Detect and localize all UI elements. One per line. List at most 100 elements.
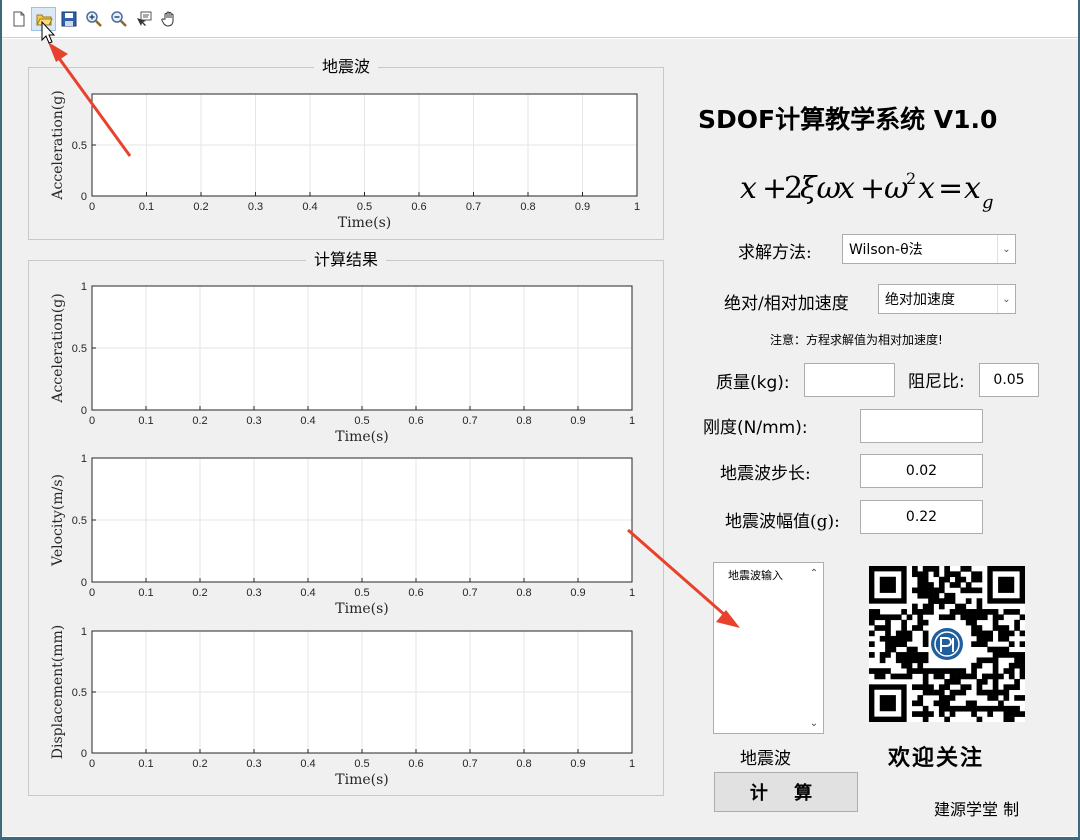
wave-listbox[interactable]: 地震波输入 ⌃ ⌄	[713, 562, 824, 734]
zoom-in-icon	[85, 10, 102, 27]
qr-module	[922, 652, 929, 658]
qr-module	[960, 576, 967, 583]
qr-module	[944, 592, 950, 599]
mass-field[interactable]	[804, 363, 895, 397]
x-tick-label: 0.2	[192, 587, 207, 599]
x-tick-label: 0.7	[462, 587, 477, 599]
x-tick-label: 0	[89, 758, 95, 770]
qr-module	[874, 625, 881, 631]
result-displacement-chart[interactable]: 0 0.1 0.2 0.3 0.4 0.5 0.6 0.7 0.8 0.9 1 0 0.5 1 Time(s…	[32, 619, 652, 789]
qr-module	[922, 587, 929, 594]
listbox-caption: 地震波	[740, 749, 791, 769]
qr-module	[949, 673, 956, 680]
qr-module	[895, 673, 902, 680]
qr-module	[933, 566, 940, 572]
svg-text:=: =	[938, 171, 963, 206]
svg-text:ξω: ξω	[800, 171, 841, 206]
open-folder-icon	[35, 14, 53, 25]
x-tick-label: 0.2	[192, 758, 207, 770]
qr-module	[976, 705, 983, 712]
wave-acceleration-chart[interactable]: 0 0.1 0.2 0.3 0.4 0.5 0.6 0.7 0.8 0.9 1 0 0.5 Time(s)…	[32, 79, 652, 239]
chart-svg: 0 0.1 0.2 0.3 0.4 0.5 0.6 0.7 0.8 0.9 1 0 0.5 1 Time(s…	[50, 625, 635, 788]
accel-type-select[interactable]: 绝对加速度 ⌄	[878, 284, 1016, 314]
qr-module	[869, 614, 875, 621]
qr-module	[955, 609, 961, 615]
qr-module	[965, 582, 972, 588]
damping-field[interactable]: 0.05	[979, 363, 1039, 397]
qr-module	[895, 630, 902, 637]
qr-module	[981, 705, 988, 712]
qr-module	[1003, 635, 1010, 642]
qr-module	[992, 646, 999, 653]
qr-module	[885, 630, 891, 637]
calculate-button[interactable]: 计 算	[714, 772, 858, 812]
x-tick-label: 0.2	[192, 415, 207, 427]
chevron-down-icon: ⌄	[997, 285, 1015, 313]
qr-module	[1014, 695, 1020, 701]
x-tick-label: 0.2	[193, 201, 208, 213]
scroll-down-icon[interactable]: ⌄	[807, 716, 821, 730]
wave-panel-title: 地震波	[313, 57, 378, 76]
save-button[interactable]	[56, 7, 81, 31]
note-text: 注意：方程求解值为相对加速度!	[770, 333, 943, 347]
new-file-button[interactable]	[6, 7, 31, 31]
step-field[interactable]: 0.02	[860, 454, 983, 488]
qr-module	[938, 614, 945, 621]
qr-module	[944, 571, 950, 578]
qr-code-icon	[869, 566, 1026, 723]
amplitude-field[interactable]: 0.22	[860, 500, 983, 534]
qr-module	[901, 673, 907, 680]
qr-module	[938, 668, 945, 674]
qr-module	[960, 566, 967, 572]
qr-module	[944, 598, 950, 604]
step-label: 地震波步长:	[720, 464, 811, 484]
qr-module	[938, 684, 945, 691]
qr-module	[981, 689, 988, 696]
scroll-up-icon[interactable]: ⌃	[807, 566, 821, 580]
qr-module	[922, 609, 929, 615]
save-icon	[61, 11, 76, 26]
x-tick-label: 0.7	[466, 201, 481, 213]
qr-module	[976, 716, 983, 723]
y-tick-label: 0.5	[72, 140, 87, 152]
qr-module	[928, 609, 934, 615]
zoom-out-button[interactable]	[106, 7, 131, 31]
qr-module	[949, 571, 956, 578]
qr-finder-pattern	[869, 566, 907, 604]
x-tick-label: 0.6	[411, 201, 426, 213]
result-acceleration-chart[interactable]: 0 0.1 0.2 0.3 0.4 0.5 0.6 0.7 0.8 0.9 1 0 0.5 1 Time(s…	[32, 275, 652, 445]
qr-module	[992, 684, 999, 691]
qr-module	[992, 678, 999, 685]
zoom-in-button[interactable]	[81, 7, 106, 31]
qr-module	[965, 705, 972, 712]
open-file-button[interactable]	[31, 6, 56, 31]
pan-button[interactable]	[156, 7, 181, 31]
qr-module	[912, 609, 918, 615]
qr-module	[998, 705, 1004, 712]
data-cursor-button[interactable]	[131, 7, 156, 31]
x-tick-label: 0.1	[138, 758, 153, 770]
amplitude-label: 地震波幅值(g):	[725, 512, 840, 532]
x-tick-label: 0.9	[570, 758, 585, 770]
qr-module	[949, 711, 956, 717]
qr-module	[1003, 609, 1010, 615]
result-velocity-chart[interactable]: 0 0.1 0.2 0.3 0.4 0.5 0.6 0.7 0.8 0.9 1 0 0.5 1 Time(s…	[32, 446, 652, 617]
qr-module	[1003, 689, 1010, 696]
x-axis-label: Time(s)	[335, 601, 388, 617]
qr-module	[1008, 609, 1015, 615]
qr-module	[960, 609, 967, 615]
x-tick-label: 0.1	[139, 201, 154, 213]
qr-module	[1008, 630, 1015, 637]
motion-equation: x ¨ + 2 ξω x ˙ + ω 2 x = x ¨ g	[738, 161, 1008, 226]
method-select[interactable]: Wilson-θ法 ⌄	[842, 234, 1016, 264]
qr-module	[928, 566, 934, 572]
qr-module	[960, 673, 967, 680]
qr-module	[976, 609, 983, 615]
x-axis-label: Time(s)	[335, 772, 388, 788]
qr-module	[912, 652, 918, 658]
qr-module	[971, 609, 977, 615]
qr-module	[1008, 684, 1015, 691]
list-item[interactable]: 地震波输入	[728, 567, 783, 583]
credit-text: 建源学堂 制	[934, 800, 1020, 819]
stiffness-field[interactable]	[860, 409, 983, 443]
